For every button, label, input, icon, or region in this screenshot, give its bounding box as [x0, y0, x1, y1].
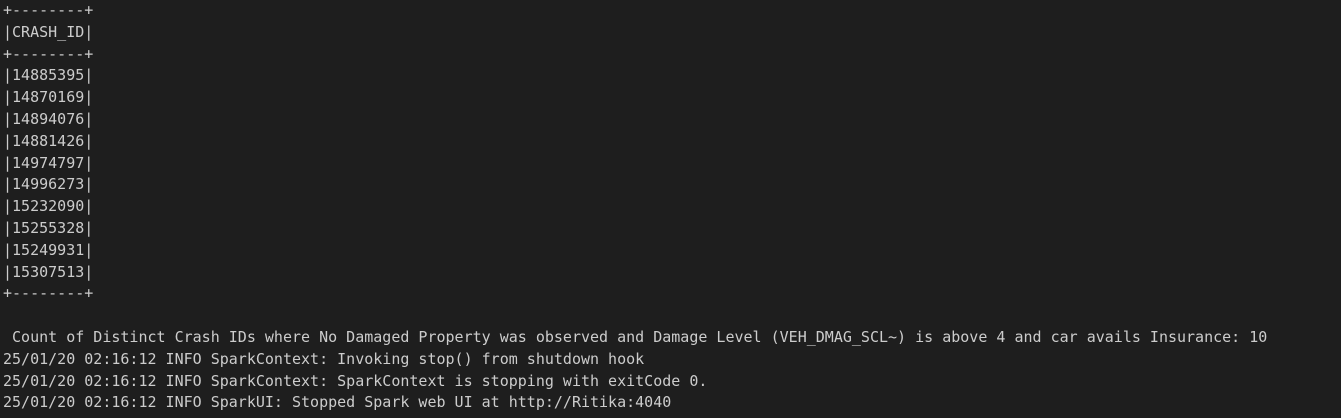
table-row: |14996273|: [3, 175, 94, 194]
table-row: |14881426|: [3, 131, 94, 150]
log-line: 25/01/20 02:16:12 INFO SparkContext: Inv…: [3, 349, 645, 368]
log-line: 25/01/20 02:16:12 INFO SparkUI: Stopped …: [3, 393, 672, 412]
table-row: |15307513|: [3, 262, 94, 281]
table-header-border: +--------+: [3, 44, 94, 63]
summary-line: Count of Distinct Crash IDs where No Dam…: [3, 327, 1268, 346]
table-row: |14885395|: [3, 66, 94, 85]
table-header: |CRASH_ID|: [3, 22, 94, 41]
table-row: |15255328|: [3, 218, 94, 237]
table-row: |14974797|: [3, 153, 94, 172]
table-row: |14894076|: [3, 109, 94, 128]
table-row: |15249931|: [3, 240, 94, 259]
terminal-output[interactable]: +--------+ |CRASH_ID| +--------+ |148853…: [0, 0, 1341, 418]
table-bottom-border: +--------+: [3, 284, 94, 303]
log-line: 25/01/20 02:16:12 INFO SparkContext: Spa…: [3, 371, 708, 390]
table-top-border: +--------+: [3, 1, 94, 19]
table-row: |15232090|: [3, 197, 94, 216]
table-row: |14870169|: [3, 88, 94, 107]
